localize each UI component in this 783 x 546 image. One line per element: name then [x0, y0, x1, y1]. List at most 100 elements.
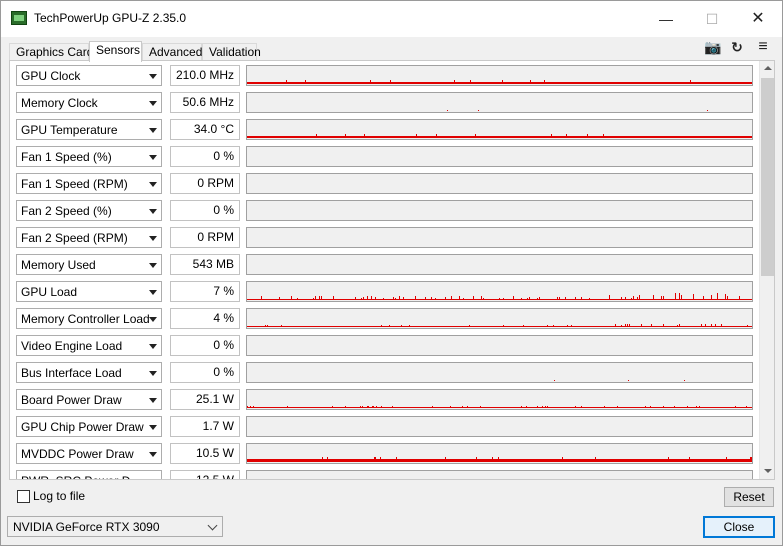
sensor-row: PWR_SRC Power D... 12.5 W [10, 466, 758, 479]
sensor-value: 50.6 MHz [170, 92, 240, 113]
sensor-graph [246, 308, 753, 329]
log-to-file-label[interactable]: Log to file [33, 489, 85, 503]
sensor-value: 0 RPM [170, 173, 240, 194]
sensor-graph [246, 281, 753, 302]
sensor-selector[interactable]: Fan 1 Speed (RPM) [16, 173, 162, 194]
gpu-selector[interactable]: NVIDIA GeForce RTX 3090 [7, 516, 223, 537]
sensor-name: GPU Chip Power Draw [21, 420, 144, 434]
sensor-graph [246, 146, 753, 167]
sensor-row: GPU Temperature 34.0 °C [10, 115, 758, 142]
tab-graphics-card[interactable]: Graphics Card [9, 43, 93, 61]
dropdown-arrow-icon [149, 155, 157, 160]
vertical-scrollbar[interactable] [759, 61, 774, 479]
dropdown-arrow-icon [149, 371, 157, 376]
maximize-button[interactable]: ☐ [689, 1, 735, 37]
tab-sensors[interactable]: Sensors [89, 41, 142, 62]
sensor-row: Memory Clock 50.6 MHz [10, 88, 758, 115]
sensor-selector[interactable]: Fan 1 Speed (%) [16, 146, 162, 167]
sensors-panel: GPU Clock 210.0 MHz Memory Clock 50.6 MHz GP… [9, 60, 775, 480]
sensor-row: GPU Chip Power Draw 1.7 W [10, 412, 758, 439]
sensor-name: Fan 2 Speed (%) [21, 204, 112, 218]
title-bar[interactable]: TechPowerUp GPU-Z 2.35.0 — ☐ ✕ [1, 1, 782, 37]
sensor-name: GPU Load [21, 285, 78, 299]
window-close-button[interactable]: ✕ [735, 1, 781, 37]
sensor-row: Board Power Draw 25.1 W [10, 385, 758, 412]
sensor-list: GPU Clock 210.0 MHz Memory Clock 50.6 MHz GP… [10, 61, 758, 479]
sensor-graph [246, 335, 753, 356]
sensor-row: Fan 1 Speed (%) 0 % [10, 142, 758, 169]
sensor-graph [246, 200, 753, 221]
window-title: TechPowerUp GPU-Z 2.35.0 [34, 11, 187, 25]
sensor-name: Memory Controller Load [21, 312, 150, 326]
tab-validation[interactable]: Validation [202, 43, 261, 61]
camera-icon[interactable]: 📷 [704, 39, 722, 55]
sensor-selector[interactable]: Video Engine Load [16, 335, 162, 356]
sensor-graph [246, 65, 753, 86]
sensor-selector[interactable]: Board Power Draw [16, 389, 162, 410]
sensor-value: 0 % [170, 200, 240, 221]
sensor-selector[interactable]: Memory Clock [16, 92, 162, 113]
sensor-selector[interactable]: Fan 2 Speed (%) [16, 200, 162, 221]
sensor-selector[interactable]: GPU Clock [16, 65, 162, 86]
sensor-name: Fan 1 Speed (%) [21, 150, 112, 164]
sensor-row: Video Engine Load 0 % [10, 331, 758, 358]
scroll-thumb[interactable] [761, 78, 774, 276]
dropdown-arrow-icon [149, 452, 157, 457]
sensor-value: 34.0 °C [170, 119, 240, 140]
close-button[interactable]: Close [703, 516, 775, 538]
sensor-graph [246, 227, 753, 248]
dropdown-arrow-icon [149, 263, 157, 268]
reset-button[interactable]: Reset [724, 487, 774, 507]
sensor-name: Bus Interface Load [21, 366, 122, 380]
sensor-row: Fan 2 Speed (%) 0 % [10, 196, 758, 223]
sensor-graph [246, 470, 753, 479]
sensor-row: GPU Load 7 % [10, 277, 758, 304]
sensor-selector[interactable]: PWR_SRC Power D... [16, 470, 162, 479]
gpu-selector-value: NVIDIA GeForce RTX 3090 [13, 520, 160, 534]
sensor-selector[interactable]: GPU Chip Power Draw [16, 416, 162, 437]
dropdown-arrow-icon [149, 182, 157, 187]
sensor-value: 0 RPM [170, 227, 240, 248]
sensor-selector[interactable]: MVDDC Power Draw [16, 443, 162, 464]
menu-icon[interactable]: ≡ [754, 39, 772, 55]
sensor-selector[interactable]: Memory Used [16, 254, 162, 275]
sensor-name: MVDDC Power Draw [21, 447, 134, 461]
gpu-z-app-icon [11, 11, 27, 25]
sensor-name: PWR_SRC Power D... [21, 474, 140, 479]
sensor-value: 25.1 W [170, 389, 240, 410]
sensor-graph [246, 443, 753, 464]
dropdown-arrow-icon [149, 290, 157, 295]
sensor-graph [246, 119, 753, 140]
tab-advanced[interactable]: Advanced [142, 43, 202, 61]
sensor-value: 1.7 W [170, 416, 240, 437]
minimize-button[interactable]: — [643, 1, 689, 37]
sensor-value: 0 % [170, 335, 240, 356]
sensor-row: Memory Controller Load 4 % [10, 304, 758, 331]
log-to-file-checkbox[interactable] [17, 490, 30, 503]
dropdown-arrow-icon [149, 317, 157, 322]
sensor-name: Fan 1 Speed (RPM) [21, 177, 128, 191]
sensor-graph [246, 173, 753, 194]
sensor-name: GPU Clock [21, 69, 81, 83]
gpu-z-window: TechPowerUp GPU-Z 2.35.0 — ☐ ✕ Graphics … [0, 0, 783, 546]
sensor-selector[interactable]: GPU Load [16, 281, 162, 302]
dropdown-arrow-icon [149, 398, 157, 403]
dropdown-arrow-icon [149, 101, 157, 106]
sensor-graph [246, 416, 753, 437]
scroll-down-arrow-icon[interactable] [760, 464, 775, 479]
sensor-name: GPU Temperature [21, 123, 118, 137]
sensor-selector[interactable]: GPU Temperature [16, 119, 162, 140]
dropdown-arrow-icon [149, 236, 157, 241]
sensor-selector[interactable]: Memory Controller Load [16, 308, 162, 329]
scroll-up-arrow-icon[interactable] [760, 61, 775, 76]
dropdown-arrow-icon [149, 344, 157, 349]
dropdown-arrow-icon [149, 128, 157, 133]
sensor-row: MVDDC Power Draw 10.5 W [10, 439, 758, 466]
sensor-value: 543 MB [170, 254, 240, 275]
sensor-selector[interactable]: Fan 2 Speed (RPM) [16, 227, 162, 248]
sensor-selector[interactable]: Bus Interface Load [16, 362, 162, 383]
sensor-row: Fan 1 Speed (RPM) 0 RPM [10, 169, 758, 196]
sensor-name: Board Power Draw [21, 393, 122, 407]
sensor-row: Bus Interface Load 0 % [10, 358, 758, 385]
refresh-icon[interactable]: ↻ [728, 39, 746, 55]
